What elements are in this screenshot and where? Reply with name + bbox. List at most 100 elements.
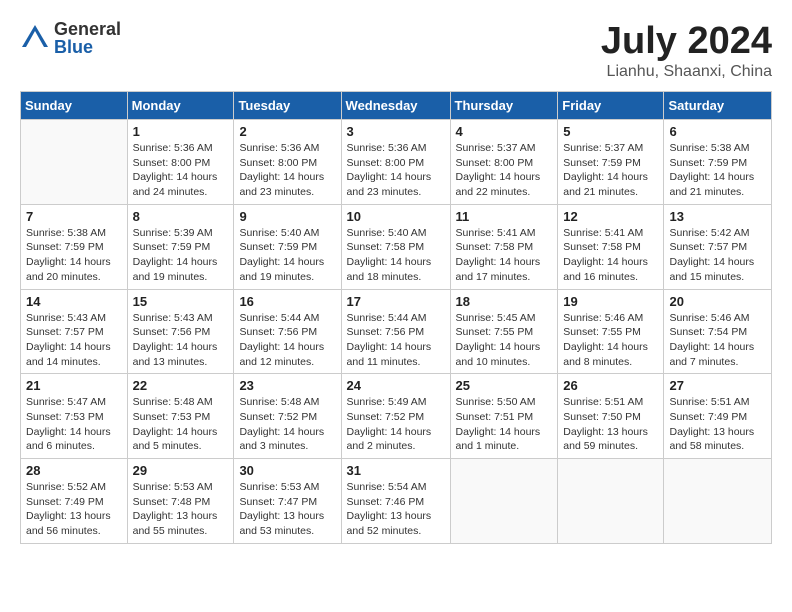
day-info: Sunrise: 5:48 AM Sunset: 7:52 PM Dayligh… xyxy=(239,395,335,454)
table-row: 18 Sunrise: 5:45 AM Sunset: 7:55 PM Dayli… xyxy=(450,289,558,374)
day-info: Sunrise: 5:51 AM Sunset: 7:50 PM Dayligh… xyxy=(563,395,658,454)
day-number: 4 xyxy=(456,124,553,139)
table-row: 12Sunrise: 5:41 AM Sunset: 7:58 PM Dayli… xyxy=(558,204,664,289)
table-row: 20 Sunrise: 5:46 AM Sunset: 7:54 PM Dayli… xyxy=(664,289,772,374)
day-info: Sunrise: 5:36 AM Sunset: 8:00 PM Dayligh… xyxy=(239,141,335,200)
day-info: Sunrise: 5:43 AM Sunset: 7:56 PM Dayligh… xyxy=(133,311,229,370)
day-number: 5 xyxy=(563,124,658,139)
day-info: Sunrise: 5:53 AM Sunset: 7:48 PM Dayligh… xyxy=(133,480,229,539)
table-row xyxy=(664,459,772,544)
day-number: 16 xyxy=(239,294,335,309)
day-info: Sunrise: 5:45 AM Sunset: 7:55 PM Dayligh… xyxy=(456,311,553,370)
day-number: 17 xyxy=(347,294,445,309)
day-number: 30 xyxy=(239,463,335,478)
day-number: 18 xyxy=(456,294,553,309)
day-number: 8 xyxy=(133,209,229,224)
table-row: 1 Sunrise: 5:36 AM Sunset: 8:00 PM Daylig… xyxy=(127,120,234,205)
day-number: 15 xyxy=(133,294,229,309)
col-thursday: Thursday xyxy=(450,92,558,120)
day-number: 28 xyxy=(26,463,122,478)
day-number: 14 xyxy=(26,294,122,309)
table-row: 19 Sunrise: 5:46 AM Sunset: 7:55 PM Dayli… xyxy=(558,289,664,374)
table-row: 16 Sunrise: 5:44 AM Sunset: 7:56 PM Dayli… xyxy=(234,289,341,374)
table-row: 7 Sunrise: 5:38 AM Sunset: 7:59 PM Daylig… xyxy=(21,204,128,289)
table-row: 2Sunrise: 5:36 AM Sunset: 8:00 PM Daylig… xyxy=(234,120,341,205)
table-row: 11 Sunrise: 5:41 AM Sunset: 7:58 PM Dayli… xyxy=(450,204,558,289)
day-info: Sunrise: 5:37 AM Sunset: 8:00 PM Dayligh… xyxy=(456,141,553,200)
day-info: Sunrise: 5:39 AM Sunset: 7:59 PM Dayligh… xyxy=(133,226,229,285)
table-row: 5 Sunrise: 5:37 AM Sunset: 7:59 PM Daylig… xyxy=(558,120,664,205)
calendar-week-row: 21 Sunrise: 5:47 AM Sunset: 7:53 PM Dayli… xyxy=(21,374,772,459)
logo-general: General xyxy=(54,20,121,38)
calendar-table: Sunday Monday Tuesday Wednesday Thursday… xyxy=(20,91,772,544)
day-number: 12 xyxy=(563,209,658,224)
table-row: 24 Sunrise: 5:49 AM Sunset: 7:52 PM Dayli… xyxy=(341,374,450,459)
day-info: Sunrise: 5:54 AM Sunset: 7:46 PM Dayligh… xyxy=(347,480,445,539)
table-row: 4 Sunrise: 5:37 AM Sunset: 8:00 PM Daylig… xyxy=(450,120,558,205)
day-number: 1 xyxy=(133,124,229,139)
logo-icon xyxy=(20,23,50,53)
day-info: Sunrise: 5:40 AM Sunset: 7:59 PM Dayligh… xyxy=(239,226,335,285)
day-info: Sunrise: 5:37 AM Sunset: 7:59 PM Dayligh… xyxy=(563,141,658,200)
day-info: Sunrise: 5:52 AM Sunset: 7:49 PM Dayligh… xyxy=(26,480,122,539)
day-number: 11 xyxy=(456,209,553,224)
day-number: 25 xyxy=(456,378,553,393)
day-number: 23 xyxy=(239,378,335,393)
day-number: 3 xyxy=(347,124,445,139)
table-row: 23 Sunrise: 5:48 AM Sunset: 7:52 PM Dayli… xyxy=(234,374,341,459)
day-info: Sunrise: 5:44 AM Sunset: 7:56 PM Dayligh… xyxy=(239,311,335,370)
day-info: Sunrise: 5:51 AM Sunset: 7:49 PM Dayligh… xyxy=(669,395,766,454)
day-number: 13 xyxy=(669,209,766,224)
month-year: July 2024 xyxy=(601,20,772,63)
table-row: 29 Sunrise: 5:53 AM Sunset: 7:48 PM Dayli… xyxy=(127,459,234,544)
day-info: Sunrise: 5:40 AM Sunset: 7:58 PM Dayligh… xyxy=(347,226,445,285)
calendar-week-row: 28 Sunrise: 5:52 AM Sunset: 7:49 PM Dayli… xyxy=(21,459,772,544)
day-info: Sunrise: 5:41 AM Sunset: 7:58 PM Dayligh… xyxy=(456,226,553,285)
table-row: 21 Sunrise: 5:47 AM Sunset: 7:53 PM Dayli… xyxy=(21,374,128,459)
col-friday: Friday xyxy=(558,92,664,120)
col-sunday: Sunday xyxy=(21,92,128,120)
calendar-header-row: Sunday Monday Tuesday Wednesday Thursday… xyxy=(21,92,772,120)
col-tuesday: Tuesday xyxy=(234,92,341,120)
table-row: 6Sunrise: 5:38 AM Sunset: 7:59 PM Daylig… xyxy=(664,120,772,205)
day-number: 10 xyxy=(347,209,445,224)
col-saturday: Saturday xyxy=(664,92,772,120)
table-row: 9 Sunrise: 5:40 AM Sunset: 7:59 PM Daylig… xyxy=(234,204,341,289)
day-number: 31 xyxy=(347,463,445,478)
day-info: Sunrise: 5:49 AM Sunset: 7:52 PM Dayligh… xyxy=(347,395,445,454)
day-info: Sunrise: 5:47 AM Sunset: 7:53 PM Dayligh… xyxy=(26,395,122,454)
day-number: 26 xyxy=(563,378,658,393)
day-number: 9 xyxy=(239,209,335,224)
table-row: 17Sunrise: 5:44 AM Sunset: 7:56 PM Dayli… xyxy=(341,289,450,374)
day-info: Sunrise: 5:42 AM Sunset: 7:57 PM Dayligh… xyxy=(669,226,766,285)
day-info: Sunrise: 5:43 AM Sunset: 7:57 PM Dayligh… xyxy=(26,311,122,370)
table-row: 30Sunrise: 5:53 AM Sunset: 7:47 PM Dayli… xyxy=(234,459,341,544)
table-row xyxy=(450,459,558,544)
day-number: 19 xyxy=(563,294,658,309)
day-info: Sunrise: 5:46 AM Sunset: 7:55 PM Dayligh… xyxy=(563,311,658,370)
title-block: July 2024 Lianhu, Shaanxi, China xyxy=(601,20,772,81)
table-row: 28 Sunrise: 5:52 AM Sunset: 7:49 PM Dayli… xyxy=(21,459,128,544)
table-row: 13 Sunrise: 5:42 AM Sunset: 7:57 PM Dayli… xyxy=(664,204,772,289)
table-row: 22Sunrise: 5:48 AM Sunset: 7:53 PM Dayli… xyxy=(127,374,234,459)
day-number: 22 xyxy=(133,378,229,393)
day-number: 20 xyxy=(669,294,766,309)
day-info: Sunrise: 5:38 AM Sunset: 7:59 PM Dayligh… xyxy=(669,141,766,200)
day-number: 29 xyxy=(133,463,229,478)
table-row: 10 Sunrise: 5:40 AM Sunset: 7:58 PM Dayli… xyxy=(341,204,450,289)
day-number: 7 xyxy=(26,209,122,224)
table-row: 14 Sunrise: 5:43 AM Sunset: 7:57 PM Dayli… xyxy=(21,289,128,374)
calendar-week-row: 7 Sunrise: 5:38 AM Sunset: 7:59 PM Daylig… xyxy=(21,204,772,289)
day-info: Sunrise: 5:36 AM Sunset: 8:00 PM Dayligh… xyxy=(133,141,229,200)
table-row: 8 Sunrise: 5:39 AM Sunset: 7:59 PM Daylig… xyxy=(127,204,234,289)
day-number: 24 xyxy=(347,378,445,393)
table-row xyxy=(21,120,128,205)
day-info: Sunrise: 5:46 AM Sunset: 7:54 PM Dayligh… xyxy=(669,311,766,370)
day-number: 21 xyxy=(26,378,122,393)
location: Lianhu, Shaanxi, China xyxy=(601,63,772,81)
table-row: 15 Sunrise: 5:43 AM Sunset: 7:56 PM Dayli… xyxy=(127,289,234,374)
logo-blue: Blue xyxy=(54,38,121,56)
day-info: Sunrise: 5:38 AM Sunset: 7:59 PM Dayligh… xyxy=(26,226,122,285)
table-row xyxy=(558,459,664,544)
table-row: 25Sunrise: 5:50 AM Sunset: 7:51 PM Dayli… xyxy=(450,374,558,459)
